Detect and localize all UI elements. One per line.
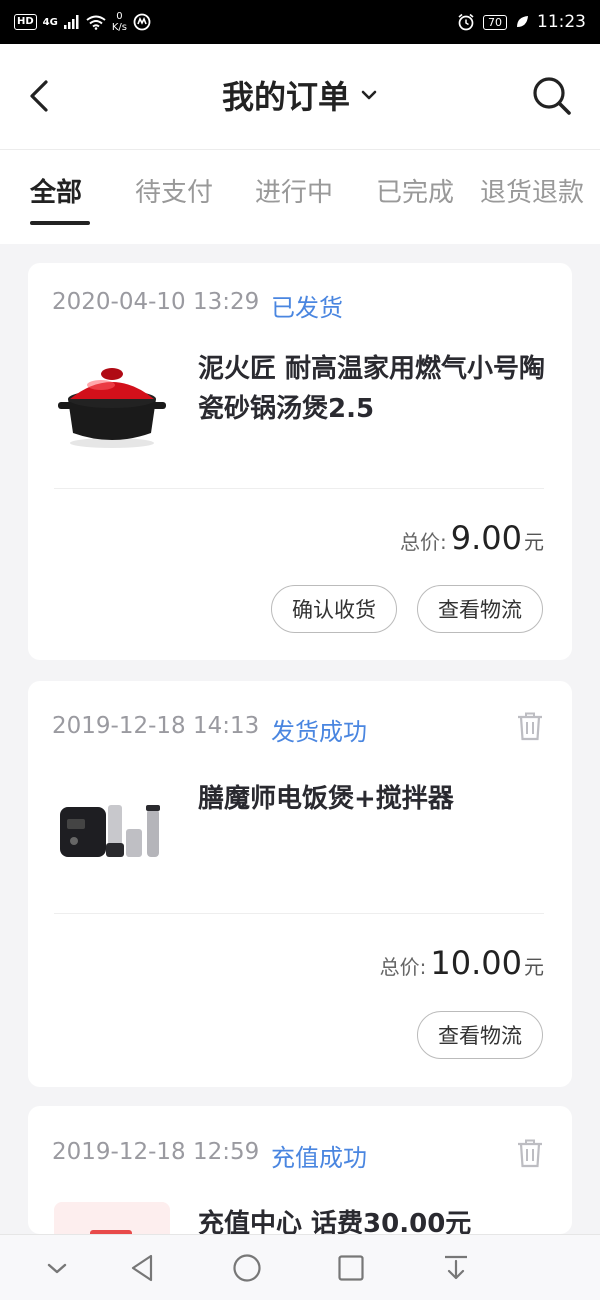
net-speed-unit: K/s <box>111 22 127 33</box>
order-card[interactable]: 2019-12-18 12:59 充值成功 充值中心 话费30.00元 <box>28 1106 572 1234</box>
tab-all[interactable]: 全部 <box>30 172 82 209</box>
app-notification-icon <box>133 13 151 31</box>
product-title[interactable]: 充值中心 话费30.00元 <box>198 1204 548 1234</box>
hide-nav-chevron-icon[interactable] <box>42 1253 72 1283</box>
page-title: 我的订单 <box>221 78 350 116</box>
price-label: 总价: <box>379 955 427 979</box>
order-status: 充值成功 <box>271 1144 367 1172</box>
tab-completed[interactable]: 已完成 <box>376 172 454 209</box>
card-divider <box>54 913 544 914</box>
signal-icon <box>63 15 79 29</box>
system-nav-bar <box>0 1234 600 1300</box>
leaf-icon <box>517 16 528 27</box>
order-status: 发货成功 <box>271 718 367 746</box>
trash-icon[interactable] <box>516 711 544 741</box>
view-logistics-button[interactable]: 查看物流 <box>417 1011 543 1059</box>
order-date: 2019-12-18 14:13 <box>52 713 260 739</box>
order-card[interactable]: 2020-04-10 13:29 已发货 泥火匠 耐高温家用燃气小号陶瓷砂锅汤煲… <box>28 263 572 660</box>
alarm-icon <box>458 13 474 31</box>
tab-refund[interactable]: 退货退款 <box>480 172 584 209</box>
price-value: 9.00 <box>450 519 522 557</box>
price-value: 10.00 <box>430 944 522 982</box>
order-date: 2020-04-10 13:29 <box>52 289 260 315</box>
net-speed: 0 K/s <box>112 11 127 33</box>
clay-pot-image <box>58 368 166 448</box>
product-title[interactable]: 泥火匠 耐高温家用燃气小号陶瓷砂锅汤煲2.5 <box>198 349 548 429</box>
product-image[interactable] <box>54 347 170 463</box>
wifi-icon <box>86 15 106 30</box>
price-label: 总价: <box>400 530 447 554</box>
trash-icon[interactable] <box>516 1138 544 1168</box>
order-card[interactable]: 2019-12-18 14:13 发货成功 膳魔师电饭煲+搅拌器 总价: 10.… <box>28 681 572 1087</box>
tab-in-progress[interactable]: 进行中 <box>255 172 333 209</box>
tab-pending-payment[interactable]: 待支付 <box>135 172 213 209</box>
order-status: 已发货 <box>271 294 343 322</box>
search-icon[interactable] <box>530 74 574 118</box>
app-header: 我的订单 <box>0 44 600 150</box>
net-speed-value: 0 <box>116 11 123 22</box>
rice-cooker-blender-image <box>60 805 160 857</box>
product-image[interactable] <box>54 767 170 883</box>
product-image[interactable] <box>54 1202 170 1234</box>
notification-pulldown-icon[interactable] <box>441 1253 471 1283</box>
back-triangle-icon[interactable] <box>128 1253 158 1283</box>
title-dropdown[interactable]: 我的订单 <box>0 72 600 118</box>
status-bar: HD 4G 0 K/s 70 11:23 <box>0 0 600 44</box>
price-unit: 元 <box>524 530 544 554</box>
order-tabs: 全部 待支付 进行中 已完成 退货退款 <box>0 150 600 244</box>
network-type: 4G <box>42 16 58 28</box>
card-divider <box>54 488 544 489</box>
clock: 11:23 <box>537 12 586 32</box>
confirm-receipt-button[interactable]: 确认收货 <box>271 585 397 633</box>
order-date: 2019-12-18 12:59 <box>52 1139 260 1165</box>
price-unit: 元 <box>524 955 544 979</box>
hd-badge: HD <box>14 14 37 30</box>
chevron-down-icon <box>361 90 377 100</box>
order-total: 总价: 10.00 元 <box>380 944 544 982</box>
product-title[interactable]: 膳魔师电饭煲+搅拌器 <box>198 779 548 819</box>
battery-level: 70 <box>483 14 507 30</box>
active-tab-indicator <box>30 221 90 225</box>
home-circle-icon[interactable] <box>232 1253 262 1283</box>
view-logistics-button[interactable]: 查看物流 <box>417 585 543 633</box>
order-total: 总价: 9.00 元 <box>400 519 544 557</box>
recents-square-icon[interactable] <box>336 1253 366 1283</box>
